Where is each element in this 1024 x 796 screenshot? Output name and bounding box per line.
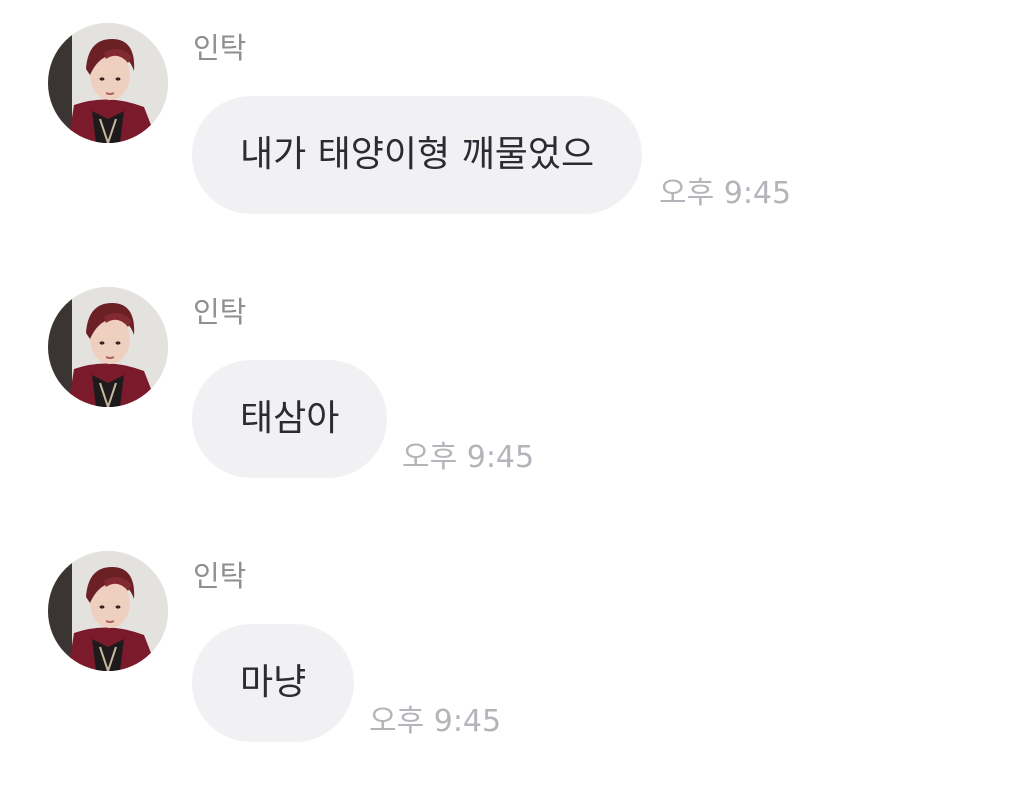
chat-message: 인탁 마냥 오후 9:45 xyxy=(0,528,1024,768)
sender-name: 인탁 xyxy=(193,295,247,329)
sender-name: 인탁 xyxy=(193,559,247,593)
message-bubble[interactable]: 태삼아 xyxy=(192,360,388,478)
sender-avatar[interactable] xyxy=(48,287,168,407)
message-text: 태삼아 xyxy=(240,398,340,439)
message-timestamp: 오후 9:45 xyxy=(659,176,792,211)
avatar-photo-icon xyxy=(48,287,168,407)
message-bubble[interactable]: 내가 태양이형 깨물었으 xyxy=(192,96,643,214)
message-bubble[interactable]: 마냥 xyxy=(192,624,355,742)
chat-message: 인탁 내가 태양이형 깨물었으 오후 9:45 xyxy=(0,0,1024,240)
message-timestamp: 오후 9:45 xyxy=(402,440,535,475)
avatar-photo-icon xyxy=(48,551,168,671)
sender-avatar[interactable] xyxy=(48,551,168,671)
chat-message: 인탁 태삼아 오후 9:45 xyxy=(0,264,1024,504)
sender-name: 인탁 xyxy=(193,31,247,65)
message-text: 마냥 xyxy=(240,662,307,703)
message-text: 내가 태양이형 깨물었으 xyxy=(240,134,595,175)
sender-avatar[interactable] xyxy=(48,23,168,143)
message-timestamp: 오후 9:45 xyxy=(369,704,502,739)
avatar-photo-icon xyxy=(48,23,168,143)
